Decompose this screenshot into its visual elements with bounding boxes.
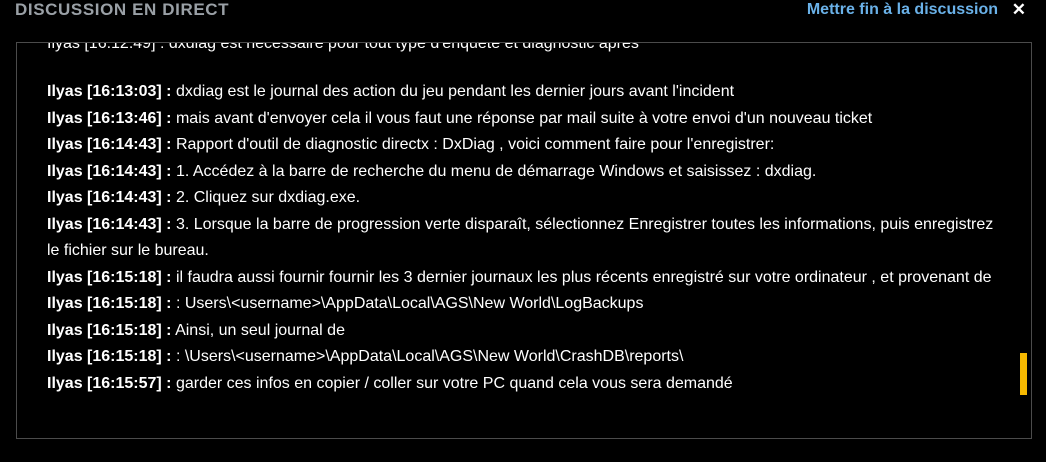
chat-message: Ilyas [16:15:18] : il faudra aussi fourn… — [47, 265, 1002, 292]
chat-message: Ilyas [16:15:18] : : Users\<username>\Ap… — [47, 291, 1002, 318]
message-text: 3. Lorsque la barre de progression verte… — [47, 215, 994, 260]
message-author: Ilyas [16:14:43] : — [47, 136, 172, 153]
chat-message: Ilyas [16:14:43] : 1. Accédez à la barre… — [47, 159, 1002, 186]
message-author: Ilyas [16:14:43] : — [47, 189, 172, 206]
chat-title: DISCUSSION EN DIRECT — [15, 0, 230, 19]
message-text: dxdiag est le journal des action du jeu … — [171, 83, 735, 100]
scrollbar[interactable] — [1019, 43, 1031, 438]
message-text: 1. Accédez à la barre de recherche du me… — [171, 162, 817, 180]
message-text: : Users\<username>\AppData\Local\AGS\New… — [171, 295, 644, 312]
message-text: Ainsi, un seul journal de — [171, 321, 345, 339]
message-text: : \Users\<username>\AppData\Local\AGS\Ne… — [171, 348, 684, 365]
chat-message: Ilyas [16:13:03] : dxdiag est le journal… — [47, 79, 1002, 106]
message-author: Ilyas [16:15:18] : — [47, 268, 172, 286]
chat-message: Ilyas [16:14:43] : 2. Cliquez sur dxdiag… — [47, 185, 1002, 212]
scrollbar-thumb[interactable] — [1020, 353, 1027, 395]
message-text: garder ces infos en copier / coller sur … — [171, 374, 733, 392]
message-text: mais avant d'envoyer cela il vous faut u… — [171, 109, 873, 127]
close-icon[interactable]: ✕ — [1012, 1, 1026, 19]
end-discussion-link[interactable]: Mettre fin à la discussion — [807, 1, 998, 19]
message-list: Ilyas [16:13:03] : dxdiag est le journal… — [47, 79, 1002, 397]
chat-header: DISCUSSION EN DIRECT Mettre fin à la dis… — [0, 0, 1046, 24]
chat-message: Ilyas [16:15:18] : : \Users\<username>\A… — [47, 344, 1002, 371]
message-author: Ilyas [16:15:18] : — [47, 348, 172, 365]
message-author: Ilyas [16:14:43] : — [47, 215, 172, 233]
chat-message: Ilyas [16:14:43] : 3. Lorsque la barre d… — [47, 212, 1002, 265]
message-author: Ilyas [16:13:46] : — [47, 109, 172, 127]
message-text: 2. Cliquez sur dxdiag.exe. — [171, 189, 361, 206]
chat-message: Ilyas [16:14:43] : Rapport d'outil de di… — [47, 132, 1002, 159]
chat-message: Ilyas [16:15:18] : Ainsi, un seul journa… — [47, 318, 1002, 345]
chat-message: Ilyas [16:15:57] : garder ces infos en c… — [47, 371, 1002, 398]
partial-message-line: Ilyas [16:12:49] : dxdiag est necessaire… — [47, 42, 639, 52]
message-author: Ilyas [16:15:18] : — [47, 295, 172, 312]
message-author: Ilyas [16:15:57] : — [47, 374, 172, 392]
message-author: Ilyas [16:13:03] : — [47, 83, 172, 100]
message-text: Rapport d'outil de diagnostic directx : … — [171, 136, 775, 153]
message-author: Ilyas [16:15:18] : — [47, 321, 172, 339]
message-text: il faudra aussi fournir fournir les 3 de… — [171, 268, 992, 286]
message-author: Ilyas [16:14:43] : — [47, 162, 172, 180]
chat-message: Ilyas [16:13:46] : mais avant d'envoyer … — [47, 106, 1002, 133]
chat-transcript-panel[interactable]: Ilyas [16:12:49] : dxdiag est necessaire… — [16, 42, 1032, 439]
